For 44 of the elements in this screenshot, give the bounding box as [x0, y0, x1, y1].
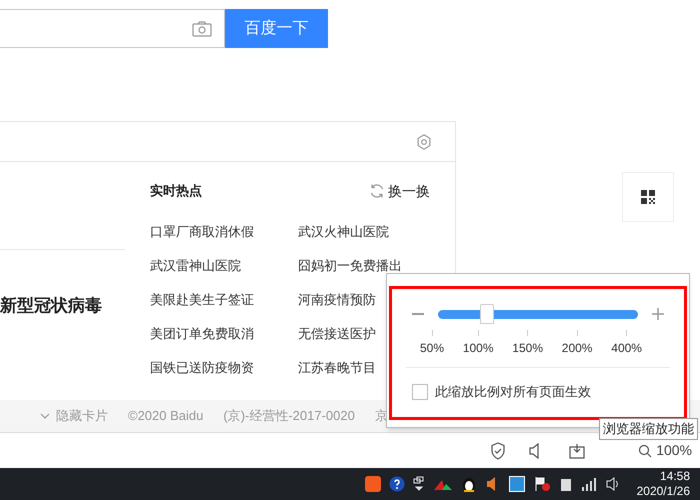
zoom-tick-label: 400%	[611, 340, 642, 357]
refresh-button[interactable]: 换一换	[369, 180, 430, 202]
news-headline[interactable]: 新型冠状病毒	[0, 293, 150, 318]
hot-topic-link[interactable]: 武汉火神山医院	[298, 222, 389, 242]
zoom-level-button[interactable]: 100%	[638, 440, 692, 461]
zoom-tick-label: 200%	[562, 340, 592, 357]
copyright-text: ©2020 Baidu	[128, 407, 204, 426]
refresh-icon	[369, 183, 385, 199]
hot-topic-link[interactable]: 国铁已送防疫物资	[150, 358, 298, 378]
search-field[interactable]	[0, 9, 225, 48]
windows-icon[interactable]	[412, 476, 425, 492]
zoom-tick-label: 50%	[420, 340, 444, 357]
apply-all-checkbox[interactable]	[412, 384, 428, 400]
settings-icon[interactable]	[415, 132, 433, 150]
chevron-down-icon	[40, 413, 50, 419]
hot-topic-link[interactable]: 河南疫情预防	[298, 290, 376, 310]
camera-icon[interactable]	[192, 20, 212, 36]
hot-topic-link[interactable]: 无偿接送医护	[298, 324, 376, 344]
penguin-icon[interactable]	[460, 475, 477, 493]
tooltip: 浏览器缩放功能	[599, 418, 698, 440]
qr-code-icon	[641, 190, 655, 204]
apply-all-label: 此缩放比例对所有页面生效	[435, 383, 591, 401]
hot-topic-link[interactable]: 口罩厂商取消休假	[150, 222, 298, 242]
clock-time: 14:58	[660, 469, 690, 484]
zoom-slider-thumb[interactable]	[480, 304, 494, 324]
hot-topic-link[interactable]: 美限赴美生子签证	[150, 290, 298, 310]
hot-list-title: 实时热点	[150, 182, 202, 200]
help-icon[interactable]	[388, 476, 405, 492]
signal-icon[interactable]	[580, 477, 597, 491]
magnifier-icon	[638, 444, 652, 458]
zoom-in-icon[interactable]	[652, 308, 664, 320]
hot-topic-link[interactable]: 江苏春晚节目	[298, 358, 376, 378]
zoom-tick-label: 100%	[462, 340, 494, 357]
zoom-tick-label: 150%	[512, 340, 543, 357]
shield-icon[interactable]	[490, 442, 506, 460]
clock-date: 2020/1/26	[636, 484, 690, 499]
search-button[interactable]: 百度一下	[225, 9, 328, 48]
hot-topic-link[interactable]: 美团订单免费取消	[150, 324, 298, 344]
hot-topic-link[interactable]: 武汉雷神山医院	[150, 256, 298, 276]
flag-error-icon[interactable]	[532, 476, 551, 492]
speaker-icon[interactable]	[604, 476, 621, 492]
hot-topic-link[interactable]: 囧妈初一免费播出	[298, 256, 402, 276]
qr-code-button[interactable]	[622, 172, 674, 222]
zoom-slider-track[interactable]	[438, 304, 638, 324]
